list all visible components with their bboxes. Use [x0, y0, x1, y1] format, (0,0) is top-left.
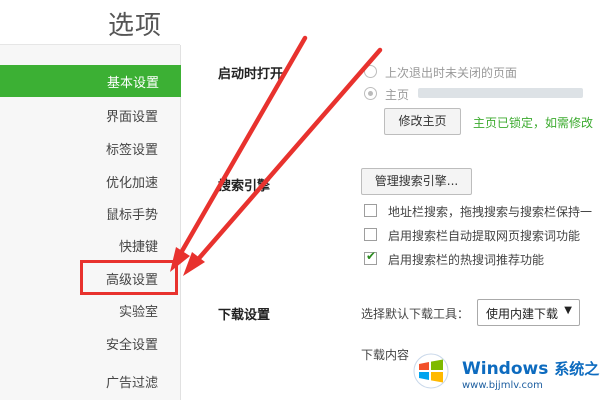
watermark-title-en: Windows [462, 359, 549, 379]
watermark-title-cn: 系统之家 [554, 360, 600, 378]
annotation-arrow-2 [183, 47, 383, 276]
watermark-title: Windows 系统之家 [462, 358, 600, 379]
watermark-url: www.bjjmlv.com [462, 380, 543, 391]
windows-logo-icon [413, 353, 449, 389]
annotation-arrows [170, 35, 383, 276]
annotation-arrow-1 [170, 35, 308, 272]
